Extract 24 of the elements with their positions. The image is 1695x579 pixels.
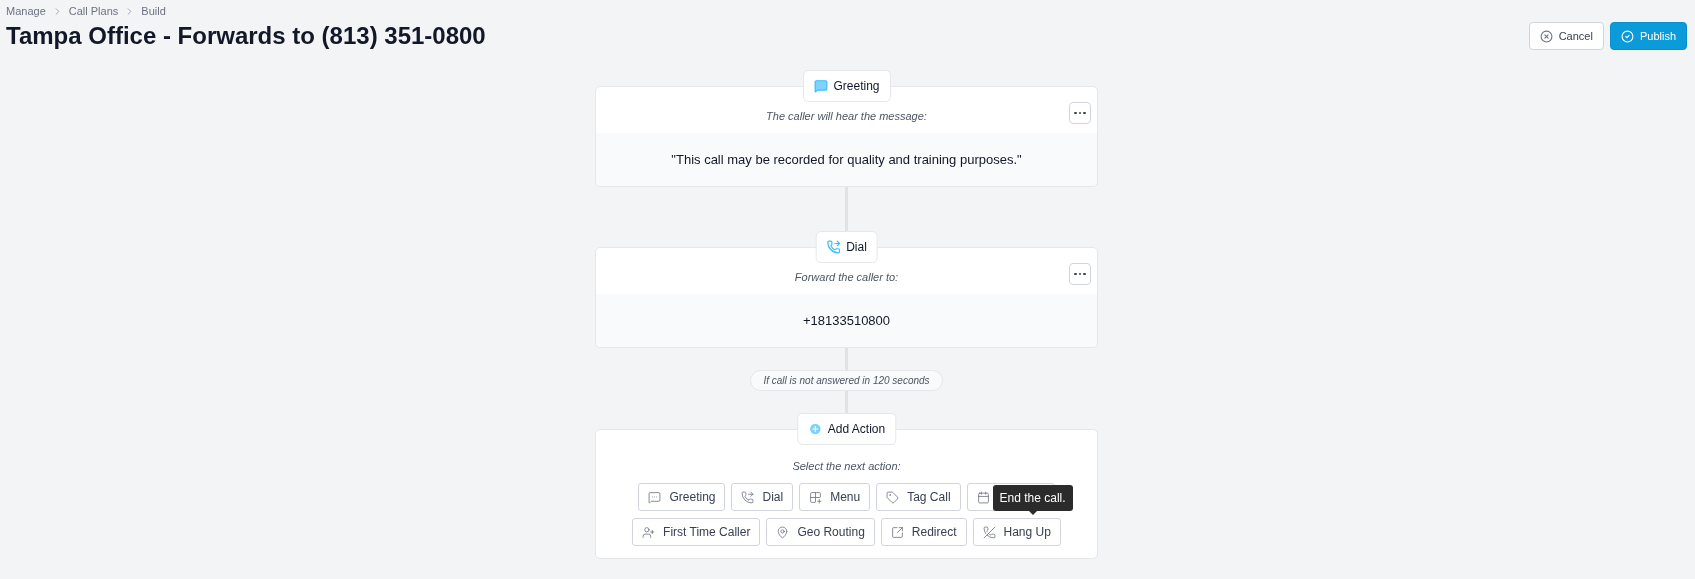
- step-value: "This call may be recorded for quality and training purposes.": [596, 133, 1097, 186]
- action-button[interactable]: Redirect: [880, 518, 967, 546]
- step-name: Dial: [846, 240, 867, 254]
- action-caption: Select the next action:: [791, 459, 902, 474]
- step-header[interactable]: Dial: [815, 231, 878, 263]
- action-button[interactable]: Dial: [731, 483, 794, 511]
- action-button[interactable]: Menu: [799, 483, 871, 511]
- step-caption: Forward the caller to:: [793, 270, 900, 285]
- action-button[interactable]: Geo Routing: [766, 518, 875, 546]
- action-button[interactable]: Hang Up: [972, 518, 1061, 546]
- step-header[interactable]: Greeting: [802, 70, 891, 102]
- action-button[interactable]: Greeting: [638, 483, 726, 511]
- step-name: Greeting: [833, 79, 880, 93]
- breadcrumb-link[interactable]: Build: [141, 5, 166, 17]
- add-action-label: Add Action: [827, 422, 886, 436]
- condition-label: If call is not answered in 120 seconds: [750, 370, 943, 391]
- breadcrumb-link[interactable]: Manage: [6, 5, 46, 17]
- step-value: +18133510800: [596, 294, 1097, 347]
- breadcrumb-link[interactable]: Call Plans: [68, 5, 119, 17]
- cancel-button[interactable]: Cancel: [1528, 22, 1604, 50]
- add-action-button[interactable]: Add Action: [796, 413, 897, 445]
- action-button[interactable]: Tag Call: [876, 483, 961, 511]
- action-button[interactable]: First Time Caller: [632, 518, 761, 546]
- page-title: Tampa Office - Forwards to (813) 351-0800: [6, 22, 486, 50]
